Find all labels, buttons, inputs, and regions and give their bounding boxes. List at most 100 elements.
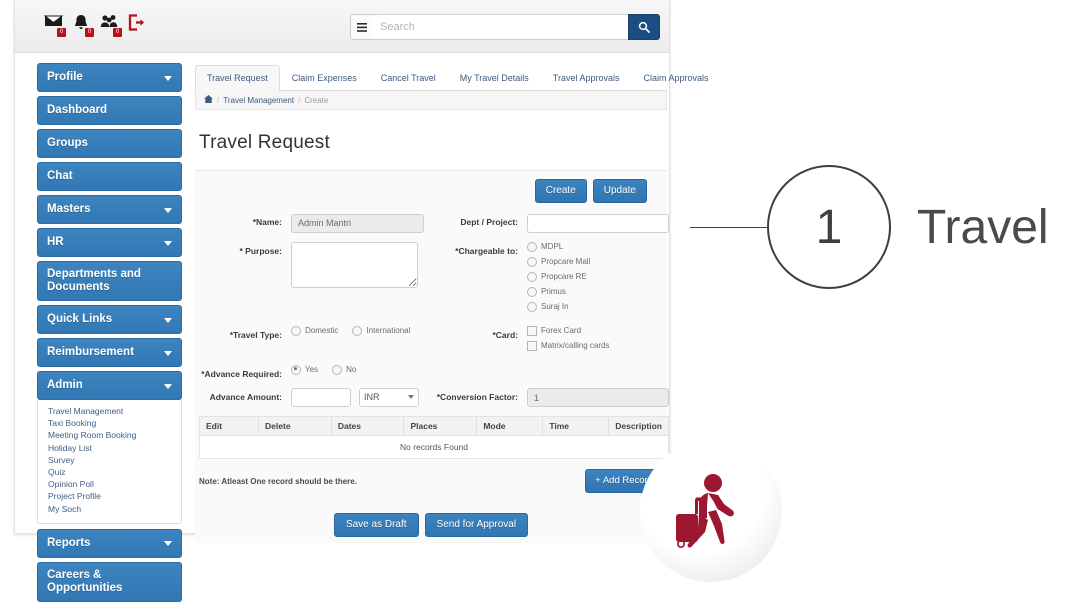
search-input[interactable] [372,14,628,40]
tab-claim-approvals[interactable]: Claim Approvals [632,65,721,90]
name-field[interactable] [291,213,424,233]
bell-icon[interactable]: 0 [72,14,94,37]
currency-select-value: INR [364,392,380,402]
card-option-matrix-calling-cards[interactable]: Matrix/calling cards [527,340,667,351]
option-label: Propcare RE [541,272,587,281]
users-icon[interactable]: 0 [100,14,122,37]
records-note: Note: Atleast One record should be there… [199,476,357,486]
radio-icon[interactable] [332,364,343,375]
sidebar-item-label: Masters [47,203,91,215]
sidebar-item-profile[interactable]: Profile [37,63,182,92]
mail-icon[interactable]: 0 [44,14,66,37]
sidebar-item-label: Departments and Documents [47,268,141,293]
form-action-row: Create Update [195,179,667,213]
update-button[interactable]: Update [592,179,647,203]
submenu-item-opinion-poll[interactable]: Opinion Poll [48,478,181,490]
application-window: 0 0 0 Search Profile Dashboard Groups Ch… [14,0,709,602]
sidebar-item-label: Reimbursement [47,346,134,358]
option-label: MDPL [541,242,564,251]
tab-cancel-travel[interactable]: Cancel Travel [369,65,448,90]
sidebar-item-label: Chat [47,170,73,182]
tab-my-travel-details[interactable]: My Travel Details [448,65,541,90]
form-row-name: *Name: Dept / Project: [195,213,669,233]
home-icon[interactable] [204,95,213,105]
sidebar-item-label: Profile [47,71,83,83]
sidebar-item-dashboard[interactable]: Dashboard [37,96,182,125]
option-label: Suraj In [541,302,569,311]
traveler-badge [640,440,782,582]
tab-travel-request[interactable]: Travel Request [195,65,280,91]
chargeable-option-suraj-in[interactable]: Suraj In [527,301,667,312]
travel-request-form: Create Update *Name: Dept / Project: [195,171,669,543]
checkbox-icon[interactable] [527,340,537,351]
submenu-item-survey[interactable]: Survey [48,454,181,466]
dept-project-field[interactable] [527,213,669,233]
submenu-item-travel-management[interactable]: Travel Management [48,405,181,417]
checkbox-icon[interactable] [527,325,537,336]
purpose-label: * Purpose: [239,245,282,256]
radio-icon[interactable] [527,256,537,267]
breadcrumb-parent[interactable]: Travel Management [223,96,294,105]
sidebar-item-label: Groups [47,137,88,149]
submenu-item-taxi-booking[interactable]: Taxi Booking [48,417,181,429]
logout-icon[interactable] [128,14,148,36]
column-header-delete: Delete [258,416,332,436]
advance-amount-field[interactable] [291,387,351,407]
submenu-item-project-profile[interactable]: Project Profile [48,490,181,502]
sidebar-item-reimbursement[interactable]: Reimbursement [37,338,182,367]
chevron-down-icon [164,541,172,547]
send-for-approval-button[interactable]: Send for Approval [424,513,529,537]
advance-required-option-yes[interactable]: Yes [291,364,318,375]
option-label: Propcare Mall [541,257,591,266]
users-badge-count: 0 [113,28,122,37]
hamburger-icon[interactable] [350,14,372,40]
radio-icon[interactable] [527,241,537,252]
chargeable-option-mdpl[interactable]: MDPL [527,241,667,252]
sidebar-item-departments-and-documents[interactable]: Departments and Documents [37,261,182,301]
sidebar-item-masters[interactable]: Masters [37,195,182,224]
sidebar-item-chat[interactable]: Chat [37,162,182,191]
sidebar-item-reports[interactable]: Reports [37,528,182,558]
sidebar-item-groups[interactable]: Groups [37,129,182,158]
option-label: International [366,326,411,335]
table-row: No records Found [199,435,669,459]
search-button[interactable] [628,14,660,40]
radio-icon[interactable] [527,301,537,312]
sidebar-item-quick-links[interactable]: Quick Links [37,305,182,334]
option-label: Forex Card [541,326,582,335]
submenu-item-my-soch[interactable]: My Soch [48,503,181,515]
tab-claim-expenses[interactable]: Claim Expenses [280,65,369,90]
breadcrumb-current: Create [304,95,329,105]
advance-required-option-no[interactable]: No [332,364,356,375]
travel-type-option-domestic[interactable]: Domestic [291,325,338,336]
sidebar-item-admin[interactable]: Admin [37,371,182,400]
chevron-down-icon [164,75,172,81]
conversion-factor-field[interactable] [527,388,669,407]
submenu-item-quiz[interactable]: Quiz [48,466,181,478]
submenu-item-meeting-room-booking[interactable]: Meeting Room Booking [48,429,181,441]
radio-icon[interactable] [352,325,363,336]
travel-type-option-international[interactable]: International [352,325,411,336]
form-row-purpose: * Purpose: *Chargeable to: MDPL Propcare… [195,241,667,317]
chargeable-option-propcare-mall[interactable]: Propcare Mall [527,256,667,267]
radio-icon[interactable] [527,286,537,297]
tab-travel-approvals[interactable]: Travel Approvals [541,65,632,90]
radio-icon[interactable] [291,325,301,336]
mail-badge-count: 0 [57,28,66,37]
chargeable-option-propcare-re[interactable]: Propcare RE [527,271,667,282]
currency-select[interactable]: INR [359,387,419,407]
column-header-places: Places [403,416,478,436]
sidebar-item-label: Quick Links [47,313,113,325]
save-as-draft-button[interactable]: Save as Draft [333,513,419,537]
sidebar-item-careers-and-opportunities[interactable]: Careers & Opportunities [37,561,182,602]
sidebar-item-hr[interactable]: HR [37,228,182,257]
card-option-forex-card[interactable]: Forex Card [527,325,667,336]
chargeable-option-primus[interactable]: Primus [527,286,667,297]
submenu-item-holiday-list[interactable]: Holiday List [48,442,181,454]
purpose-textarea[interactable] [291,241,418,288]
sidebar-item-label: Careers & Opportunities [47,568,123,594]
radio-icon[interactable] [527,271,537,282]
chevron-down-icon [164,207,172,213]
create-button[interactable]: Create [534,179,587,203]
radio-icon[interactable] [291,364,301,375]
